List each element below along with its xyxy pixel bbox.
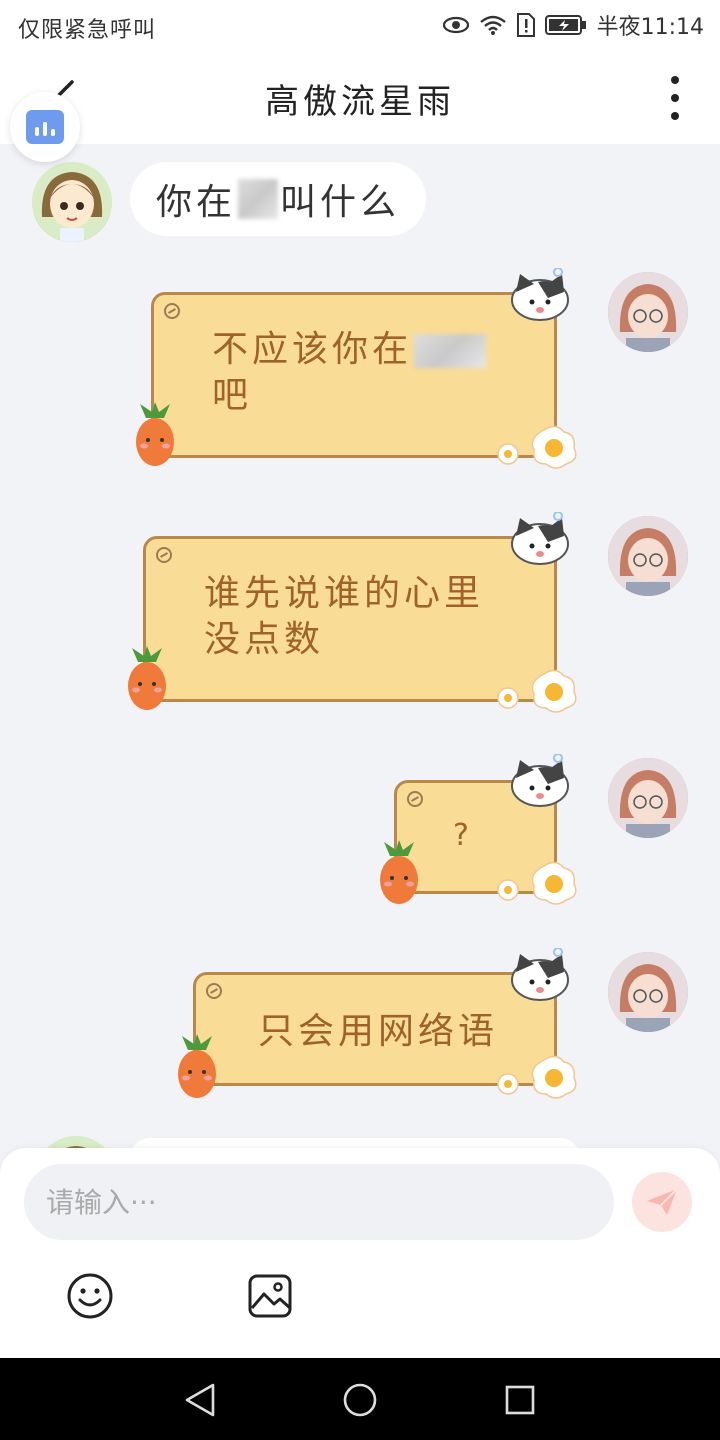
message-text: 只会用网络语 — [258, 1011, 499, 1052]
pin-icon — [156, 547, 172, 563]
sim-alert-icon — [516, 13, 535, 37]
avatar[interactable] — [608, 758, 688, 838]
pin-icon — [407, 791, 423, 807]
nav-recents-button[interactable] — [498, 1378, 542, 1422]
message-text: 不应该你在 — [212, 329, 413, 370]
egg-flower-icon — [497, 1055, 577, 1099]
floating-stats-button[interactable] — [10, 92, 80, 162]
system-navigation-bar — [0, 1358, 720, 1440]
smiley-icon — [67, 1273, 113, 1319]
emergency-only-text: 仅限紧急呼叫 — [18, 18, 157, 43]
avatar[interactable] — [608, 272, 688, 352]
cat-sticker-icon — [511, 948, 569, 1001]
battery-charging-icon — [544, 14, 587, 36]
cat-sticker-icon — [511, 512, 569, 565]
avatar[interactable] — [608, 952, 688, 1032]
avatar[interactable] — [32, 162, 112, 242]
censored-blur — [414, 334, 487, 368]
message-text: ? — [453, 818, 473, 853]
message-text: 谁先说谁的心里 — [204, 573, 485, 614]
nav-back-button[interactable] — [178, 1378, 222, 1422]
pin-icon — [164, 303, 180, 319]
chat-header: 高傲流星雨 — [0, 50, 720, 144]
avatar[interactable] — [608, 516, 688, 596]
image-icon — [248, 1274, 292, 1318]
carrot-sticker-icon — [178, 1034, 216, 1098]
message-text: 你在 — [156, 182, 237, 223]
more-options-button[interactable] — [660, 76, 690, 120]
chat-title: 高傲流星雨 — [265, 82, 455, 122]
home-circle-icon — [343, 1383, 377, 1417]
censored-blur — [238, 179, 279, 219]
carrot-sticker-icon — [136, 402, 174, 466]
send-button[interactable] — [632, 1172, 692, 1232]
message-text: 叫什么 — [280, 182, 401, 223]
wifi-icon — [479, 14, 507, 36]
cat-sticker-icon — [511, 268, 569, 321]
cat-sticker-icon — [511, 754, 569, 807]
nav-home-button[interactable] — [338, 1378, 382, 1422]
message-input[interactable] — [24, 1164, 614, 1240]
status-bar: 仅限紧急呼叫 半夜11:14 — [0, 0, 720, 50]
status-time: 半夜11:14 — [596, 15, 704, 40]
egg-flower-icon — [497, 669, 577, 713]
image-button[interactable] — [246, 1272, 294, 1320]
carrot-sticker-icon — [380, 840, 418, 904]
emoji-button[interactable] — [66, 1272, 114, 1320]
egg-flower-icon — [497, 425, 577, 469]
message-bubble-received[interactable]: 你在 叫什么 — [130, 162, 426, 236]
carrot-sticker-icon — [128, 646, 166, 710]
eye-icon — [442, 16, 469, 34]
pin-icon — [206, 983, 222, 999]
input-panel — [0, 1148, 720, 1358]
message-bubble-received[interactable] — [130, 1138, 580, 1148]
back-triangle-icon — [185, 1383, 215, 1417]
avatar[interactable] — [36, 1136, 116, 1148]
message-text: 吧 — [212, 375, 253, 416]
message-list[interactable]: 你在 叫什么 不应该你在 吧 谁先说谁的心里 没点数 ? 只会用网络语 — [0, 144, 720, 1148]
more-vertical-icon — [671, 76, 679, 84]
egg-flower-icon — [497, 861, 577, 905]
message-text: 没点数 — [204, 619, 325, 660]
paper-plane-icon — [647, 1188, 678, 1215]
recents-square-icon — [505, 1385, 535, 1415]
bar-chart-icon — [26, 110, 64, 144]
